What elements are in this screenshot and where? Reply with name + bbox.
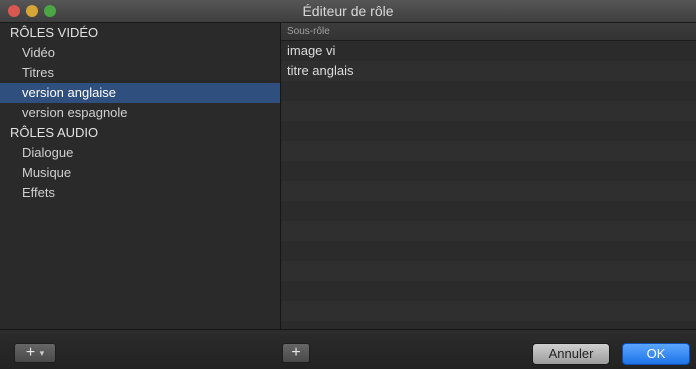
subroles-panel: Sous-rôle image vi titre anglais [281, 23, 696, 329]
role-editor-window: Éditeur de rôle RÔLES VIDÉO Vidéo Titres… [0, 0, 696, 369]
subrole-row[interactable]: image vi [281, 41, 696, 61]
role-item-effets[interactable]: Effets [0, 183, 280, 203]
role-item-dialogue[interactable]: Dialogue [0, 143, 280, 163]
roles-list: RÔLES VIDÉO Vidéo Titres version anglais… [0, 23, 281, 329]
title-bar: Éditeur de rôle [0, 0, 696, 23]
video-roles-header: RÔLES VIDÉO [10, 25, 99, 40]
add-role-button[interactable]: + ▾ [14, 343, 56, 363]
chevron-down-icon: ▾ [39, 348, 45, 358]
plus-icon: + [291, 344, 301, 361]
subrole-row[interactable]: titre anglais [281, 61, 696, 81]
role-item-musique[interactable]: Musique [0, 163, 280, 183]
ok-button[interactable]: OK [622, 343, 690, 365]
bottom-toolbar: + ▾ + Annuler OK [0, 329, 696, 369]
role-item-version-anglaise[interactable]: version anglaise [0, 83, 280, 103]
cancel-button[interactable]: Annuler [532, 343, 610, 365]
role-item-version-espagnole[interactable]: version espagnole [0, 103, 280, 123]
subrole-rows: image vi titre anglais [281, 41, 696, 81]
role-item-video[interactable]: Vidéo [0, 43, 280, 63]
audio-roles-header: RÔLES AUDIO [10, 125, 99, 140]
role-item-titres[interactable]: Titres [0, 63, 280, 83]
empty-rows-area [281, 81, 696, 329]
plus-icon: + [25, 344, 36, 362]
window-title: Éditeur de rôle [302, 3, 394, 19]
add-subrole-button[interactable]: + [282, 343, 310, 363]
subrole-column-header[interactable]: Sous-rôle [281, 23, 696, 41]
